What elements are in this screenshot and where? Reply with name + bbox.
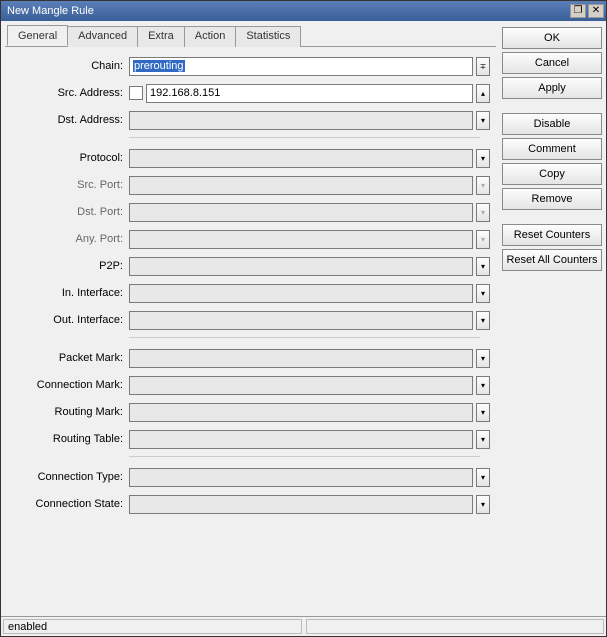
connection-mark-expand-icon[interactable]: ▾	[476, 376, 490, 395]
divider	[129, 137, 480, 138]
packet-mark-label: Packet Mark:	[9, 352, 129, 364]
remove-button[interactable]: Remove	[502, 188, 602, 210]
routing-table-label: Routing Table:	[9, 433, 129, 445]
status-left: enabled	[3, 619, 302, 634]
any-port-input	[129, 230, 473, 249]
left-panel: General Advanced Extra Action Statistics…	[5, 25, 496, 612]
out-interface-expand-icon[interactable]: ▾	[476, 311, 490, 330]
src-port-input	[129, 176, 473, 195]
connection-type-label: Connection Type:	[9, 471, 129, 483]
p2p-label: P2P:	[9, 260, 129, 272]
connection-mark-input[interactable]	[129, 376, 473, 395]
out-interface-label: Out. Interface:	[9, 314, 129, 326]
connection-state-label: Connection State:	[9, 498, 129, 510]
packet-mark-input[interactable]	[129, 349, 473, 368]
copy-button[interactable]: Copy	[502, 163, 602, 185]
src-address-negate-checkbox[interactable]	[129, 86, 143, 100]
routing-mark-input[interactable]	[129, 403, 473, 422]
p2p-expand-icon[interactable]: ▾	[476, 257, 490, 276]
src-port-expand-icon: ▾	[476, 176, 490, 195]
tab-advanced[interactable]: Advanced	[67, 26, 138, 47]
apply-button[interactable]: Apply	[502, 77, 602, 99]
disable-button[interactable]: Disable	[502, 113, 602, 135]
connection-state-expand-icon[interactable]: ▾	[476, 495, 490, 514]
routing-mark-expand-icon[interactable]: ▾	[476, 403, 490, 422]
tab-body: Chain: prerouting ∓ Src. Address: 192.16…	[5, 47, 496, 612]
tab-general[interactable]: General	[7, 25, 68, 46]
divider	[129, 456, 480, 457]
protocol-expand-icon[interactable]: ▾	[476, 149, 490, 168]
src-address-input[interactable]: 192.168.8.151	[146, 84, 473, 103]
reset-all-counters-button[interactable]: Reset All Counters	[502, 249, 602, 271]
titlebar[interactable]: New Mangle Rule ❐ ✕	[1, 1, 606, 21]
any-port-label: Any. Port:	[9, 233, 129, 245]
in-interface-input[interactable]	[129, 284, 473, 303]
connection-state-input[interactable]	[129, 495, 473, 514]
any-port-expand-icon: ▾	[476, 230, 490, 249]
comment-button[interactable]: Comment	[502, 138, 602, 160]
window-title: New Mangle Rule	[7, 5, 568, 17]
chain-value: prerouting	[133, 60, 185, 72]
main-area: General Advanced Extra Action Statistics…	[1, 21, 606, 616]
connection-type-input[interactable]	[129, 468, 473, 487]
window-body: General Advanced Extra Action Statistics…	[1, 21, 606, 636]
cancel-button[interactable]: Cancel	[502, 52, 602, 74]
chain-label: Chain:	[9, 60, 129, 72]
chain-dropdown-icon[interactable]: ∓	[476, 57, 490, 76]
p2p-input[interactable]	[129, 257, 473, 276]
dst-address-expand-icon[interactable]: ▾	[476, 111, 490, 130]
close-icon[interactable]: ✕	[588, 4, 604, 18]
dst-address-label: Dst. Address:	[9, 114, 129, 126]
protocol-label: Protocol:	[9, 152, 129, 164]
divider	[129, 337, 480, 338]
dst-address-input[interactable]	[129, 111, 473, 130]
tab-statistics[interactable]: Statistics	[235, 26, 301, 47]
button-column: OK Cancel Apply Disable Comment Copy Rem…	[502, 25, 602, 612]
dst-port-input	[129, 203, 473, 222]
tab-extra[interactable]: Extra	[137, 26, 185, 47]
protocol-input[interactable]	[129, 149, 473, 168]
reset-counters-button[interactable]: Reset Counters	[502, 224, 602, 246]
dialog-window: New Mangle Rule ❐ ✕ General Advanced Ext…	[0, 0, 607, 637]
chain-input[interactable]: prerouting	[129, 57, 473, 76]
routing-table-expand-icon[interactable]: ▾	[476, 430, 490, 449]
dst-port-expand-icon: ▾	[476, 203, 490, 222]
src-address-label: Src. Address:	[9, 87, 129, 99]
src-address-collapse-icon[interactable]: ▴	[476, 84, 490, 103]
src-port-label: Src. Port:	[9, 179, 129, 191]
connection-type-expand-icon[interactable]: ▾	[476, 468, 490, 487]
status-bar: enabled	[1, 616, 606, 636]
status-right	[306, 619, 605, 634]
connection-mark-label: Connection Mark:	[9, 379, 129, 391]
dst-port-label: Dst. Port:	[9, 206, 129, 218]
routing-mark-label: Routing Mark:	[9, 406, 129, 418]
routing-table-input[interactable]	[129, 430, 473, 449]
out-interface-input[interactable]	[129, 311, 473, 330]
in-interface-expand-icon[interactable]: ▾	[476, 284, 490, 303]
in-interface-label: In. Interface:	[9, 287, 129, 299]
tab-strip: General Advanced Extra Action Statistics	[5, 25, 496, 47]
restore-icon[interactable]: ❐	[570, 4, 586, 18]
tab-action[interactable]: Action	[184, 26, 237, 47]
packet-mark-expand-icon[interactable]: ▾	[476, 349, 490, 368]
ok-button[interactable]: OK	[502, 27, 602, 49]
